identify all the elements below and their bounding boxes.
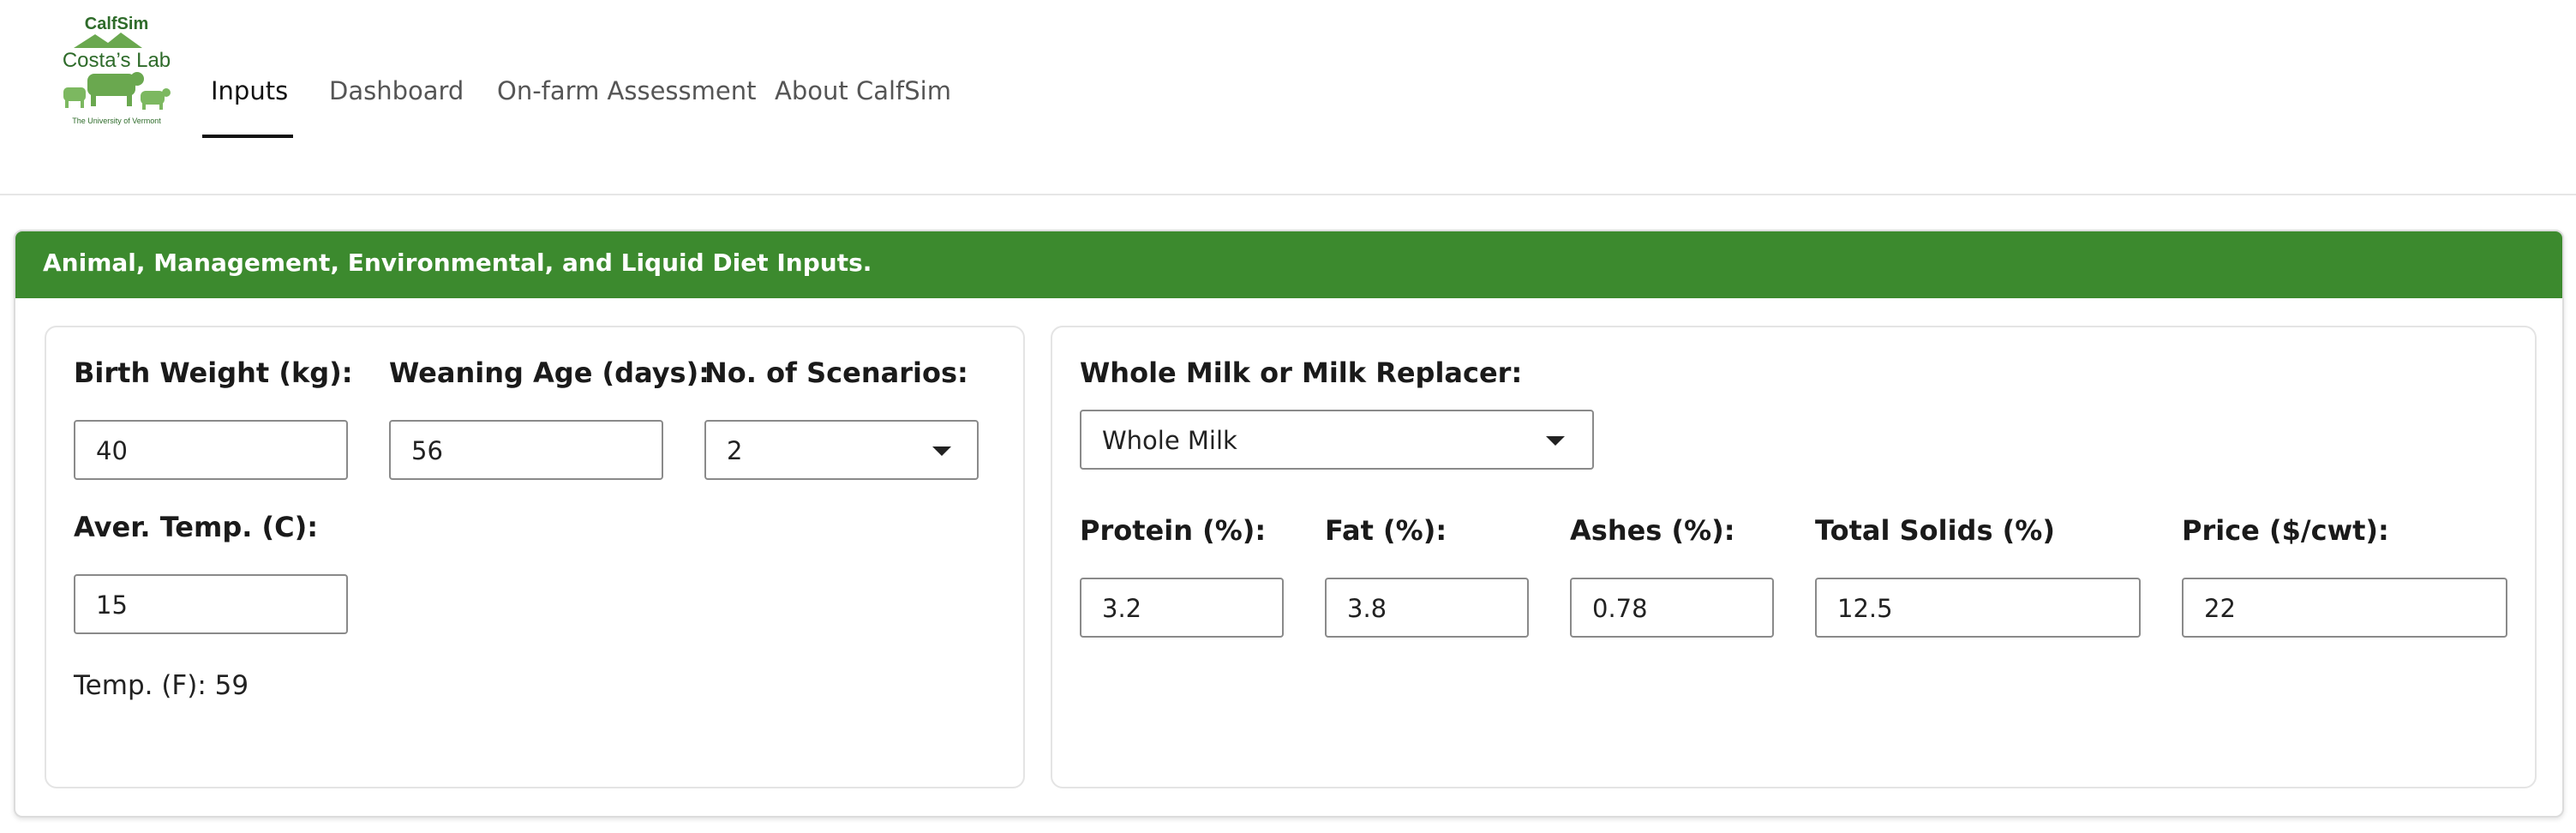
liquid-diet-panel: Whole Milk or Milk Replacer: Whole Milk … — [1051, 326, 2537, 788]
top-navbar: CalfSim Costa’s Lab The University of Ve… — [0, 0, 2576, 195]
scenarios-select[interactable]: 2 — [704, 420, 979, 480]
chevron-down-icon — [1546, 436, 1565, 446]
protein-input[interactable]: 3.2 — [1080, 578, 1284, 638]
ashes-value: 0.78 — [1592, 594, 1648, 623]
avg-temp-value: 15 — [96, 590, 128, 620]
inputs-card: Animal, Management, Environmental, and L… — [14, 230, 2564, 818]
avg-temp-input[interactable]: 15 — [74, 574, 348, 634]
protein-value: 3.2 — [1102, 594, 1142, 623]
tab-on-farm-assessment[interactable]: On-farm Assessment — [497, 74, 757, 108]
weaning-age-value: 56 — [411, 436, 443, 465]
tab-about-calfsim[interactable]: About CalfSim — [775, 74, 951, 108]
scenarios-label: No. of Scenarios: — [704, 357, 968, 389]
price-label: Price ($/cwt): — [2182, 514, 2389, 547]
tab-inputs[interactable]: Inputs — [211, 74, 288, 108]
chevron-down-icon — [932, 446, 951, 456]
protein-label: Protein (%): — [1080, 514, 1267, 547]
price-value: 22 — [2204, 594, 2236, 623]
weaning-age-label: Weaning Age (days): — [389, 357, 710, 389]
total-solids-label: Total Solids (%) — [1815, 514, 2055, 547]
fat-label: Fat (%): — [1325, 514, 1447, 547]
milk-type-label: Whole Milk or Milk Replacer: — [1080, 357, 1523, 389]
animal-environment-panel: Birth Weight (kg): 40 Weaning Age (days)… — [45, 326, 1025, 788]
milk-type-value: Whole Milk — [1102, 426, 1237, 455]
scenarios-value: 2 — [727, 436, 743, 465]
ashes-input[interactable]: 0.78 — [1570, 578, 1774, 638]
card-header: Animal, Management, Environmental, and L… — [15, 231, 2562, 298]
card-header-title: Animal, Management, Environmental, and L… — [43, 249, 872, 277]
svg-text:Costa’s Lab: Costa’s Lab — [63, 49, 171, 72]
weaning-age-input[interactable]: 56 — [389, 420, 663, 480]
tab-dashboard[interactable]: Dashboard — [329, 74, 464, 108]
birth-weight-input[interactable]: 40 — [74, 420, 348, 480]
svg-text:The University of Vermont: The University of Vermont — [72, 117, 161, 125]
fat-input[interactable]: 3.8 — [1325, 578, 1529, 638]
calfsim-logo[interactable]: CalfSim Costa’s Lab The University of Ve… — [48, 10, 185, 127]
birth-weight-label: Birth Weight (kg): — [74, 357, 353, 389]
svg-text:CalfSim: CalfSim — [85, 15, 148, 33]
logo-graphic: CalfSim Costa’s Lab The University of Ve… — [63, 15, 171, 125]
fat-value: 3.8 — [1347, 594, 1387, 623]
total-solids-value: 12.5 — [1837, 594, 1893, 623]
active-tab-indicator — [202, 135, 293, 138]
temp-fahrenheit-readout: Temp. (F): 59 — [74, 670, 249, 701]
total-solids-input[interactable]: 12.5 — [1815, 578, 2141, 638]
birth-weight-value: 40 — [96, 436, 128, 465]
milk-type-select[interactable]: Whole Milk — [1080, 410, 1594, 470]
avg-temp-label: Aver. Temp. (C): — [74, 511, 319, 543]
ashes-label: Ashes (%): — [1570, 514, 1735, 547]
price-input[interactable]: 22 — [2182, 578, 2507, 638]
